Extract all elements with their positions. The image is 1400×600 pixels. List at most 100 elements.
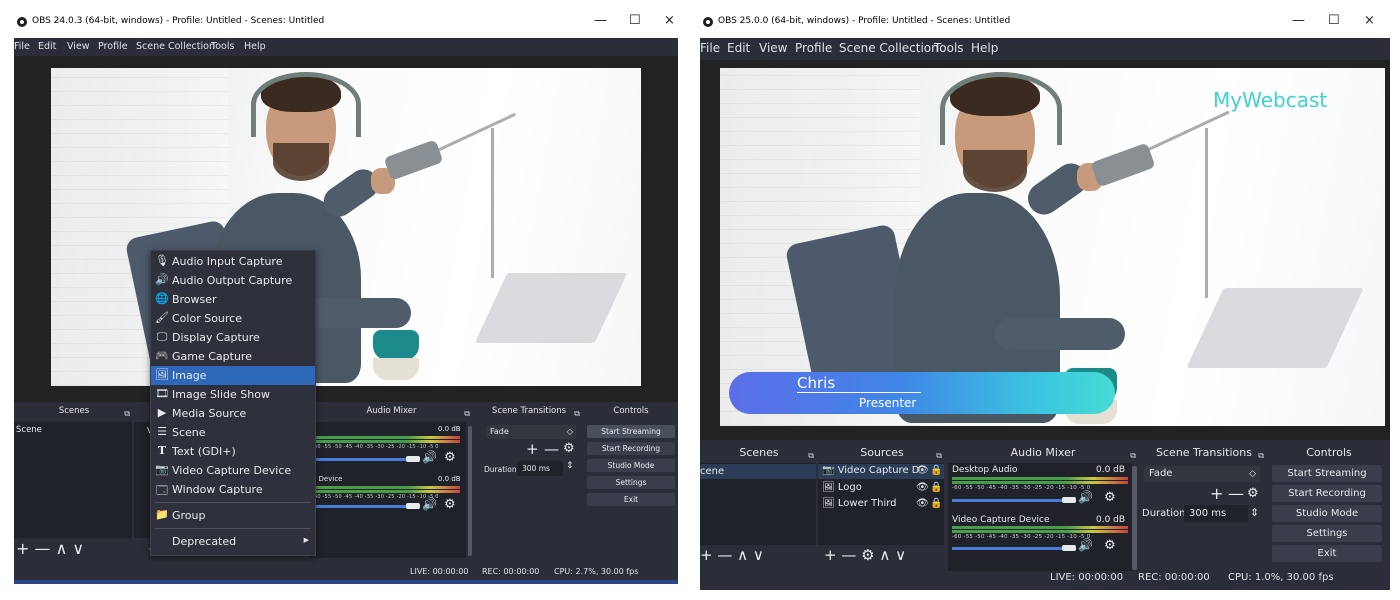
move-up-icon[interactable]: ∧ bbox=[737, 546, 748, 564]
menu-item-audio-output-capture[interactable]: 🔊 Audio Output Capture bbox=[151, 271, 315, 290]
menu-item-scene[interactable]: ☰ Scene bbox=[151, 423, 315, 442]
menu-item-browser[interactable]: 🌐 Browser bbox=[151, 290, 315, 309]
menu-item-image[interactable]: 🖼 Image bbox=[151, 366, 315, 385]
speaker-icon[interactable]: 🔊 bbox=[422, 450, 437, 464]
volume-slider[interactable] bbox=[952, 499, 1064, 502]
exit-button[interactable]: Exit bbox=[1272, 545, 1382, 562]
menu-view[interactable]: View bbox=[67, 41, 90, 52]
menu-file[interactable]: File bbox=[14, 41, 30, 52]
speaker-icon[interactable]: 🔊 bbox=[422, 497, 437, 511]
menu-item-media-source[interactable]: ▶ Media Source bbox=[151, 404, 315, 423]
exit-button[interactable]: Exit bbox=[587, 493, 675, 506]
source-item-lower-third[interactable]: 🖼 Lower Third bbox=[822, 498, 897, 509]
float-icon[interactable]: ⧉ bbox=[464, 405, 470, 423]
eye-icon[interactable]: 👁 bbox=[916, 482, 929, 493]
volume-slider-handle[interactable] bbox=[406, 503, 420, 509]
transition-gear-icon[interactable]: ⚙ bbox=[1247, 486, 1259, 501]
add-transition-icon[interactable]: + bbox=[1210, 484, 1223, 503]
menu-help[interactable]: Help bbox=[971, 41, 998, 55]
studio-mode-button[interactable]: Studio Mode bbox=[587, 459, 675, 472]
add-transition-icon[interactable]: + bbox=[526, 440, 539, 458]
remove-scene-icon[interactable]: — bbox=[35, 539, 51, 558]
remove-transition-icon[interactable]: — bbox=[1228, 484, 1244, 503]
scene-item[interactable]: Scene bbox=[16, 425, 42, 435]
menu-item-deprecated[interactable]: Deprecated ▶ bbox=[151, 532, 315, 551]
volume-slider[interactable] bbox=[312, 458, 408, 461]
transition-select[interactable]: Fade ◇ bbox=[486, 425, 576, 439]
source-item-video-capture[interactable]: 📷 Video Capture D bbox=[822, 465, 919, 476]
transition-gear-icon[interactable]: ⚙ bbox=[563, 441, 575, 456]
volume-slider-handle[interactable] bbox=[406, 456, 420, 462]
start-streaming-button[interactable]: Start Streaming bbox=[587, 425, 675, 438]
speaker-icon[interactable]: 🔊 bbox=[1078, 538, 1093, 552]
move-up-icon[interactable]: ∧ bbox=[56, 539, 68, 558]
menu-item-text-gdi[interactable]: T Text (GDI+) bbox=[151, 442, 315, 461]
minimize-icon[interactable]: — bbox=[1292, 13, 1305, 28]
menu-item-video-capture-device[interactable]: 📷 Video Capture Device bbox=[151, 461, 315, 480]
add-scene-icon[interactable]: + bbox=[700, 546, 713, 564]
mixer-scrollbar[interactable] bbox=[468, 426, 472, 556]
start-recording-button[interactable]: Start Recording bbox=[587, 442, 675, 455]
menu-tools[interactable]: Tools bbox=[211, 41, 234, 52]
remove-transition-icon[interactable]: — bbox=[544, 440, 559, 458]
studio-mode-button[interactable]: Studio Mode bbox=[1272, 505, 1382, 522]
menu-edit[interactable]: Edit bbox=[727, 41, 750, 55]
source-properties-gear-icon[interactable]: ⚙ bbox=[861, 546, 874, 564]
start-recording-button[interactable]: Start Recording bbox=[1272, 485, 1382, 502]
remove-scene-icon[interactable]: — bbox=[717, 546, 732, 564]
volume-slider[interactable] bbox=[312, 505, 408, 508]
eye-icon[interactable]: 👁 bbox=[916, 498, 929, 509]
sources-list[interactable]: 📷 Video Capture D 👁 🔒 🖼 Logo 👁 🔒 🖼 Lower… bbox=[818, 463, 944, 545]
move-down-icon[interactable]: ∨ bbox=[72, 539, 84, 558]
gear-icon[interactable]: ⚙ bbox=[444, 497, 456, 512]
maximize-icon[interactable]: ☐ bbox=[1328, 13, 1340, 28]
duration-spinner-icon[interactable]: ⇕ bbox=[1250, 506, 1259, 519]
menu-item-audio-input-capture[interactable]: 🎙 Audio Input Capture bbox=[151, 252, 315, 271]
mixer-scrollbar[interactable] bbox=[1132, 466, 1137, 570]
move-down-icon[interactable]: ∨ bbox=[753, 546, 764, 564]
add-scene-icon[interactable]: + bbox=[16, 539, 29, 558]
remove-source-icon[interactable]: — bbox=[841, 546, 856, 564]
gear-icon[interactable]: ⚙ bbox=[1104, 538, 1116, 553]
menu-item-image-slide-show[interactable]: 🎞 Image Slide Show bbox=[151, 385, 315, 404]
settings-button[interactable]: Settings bbox=[587, 476, 675, 489]
gear-icon[interactable]: ⚙ bbox=[444, 450, 456, 465]
eye-icon[interactable]: 👁 bbox=[916, 465, 929, 476]
scenes-list[interactable]: Scene bbox=[14, 422, 132, 538]
add-source-icon[interactable]: + bbox=[824, 546, 837, 564]
float-icon[interactable]: ⧉ bbox=[1258, 446, 1264, 466]
lock-icon[interactable]: 🔒 bbox=[930, 482, 942, 493]
menu-item-game-capture[interactable]: 🎮 Game Capture bbox=[151, 347, 315, 366]
menu-item-display-capture[interactable]: 🖵 Display Capture bbox=[151, 328, 315, 347]
preview-area[interactable] bbox=[14, 56, 678, 402]
close-icon[interactable]: × bbox=[664, 13, 675, 28]
menu-item-color-source[interactable]: 🖌 Color Source bbox=[151, 309, 315, 328]
scenes-list[interactable]: cene bbox=[700, 463, 816, 545]
settings-button[interactable]: Settings bbox=[1272, 525, 1382, 542]
volume-slider-handle[interactable] bbox=[1062, 545, 1076, 551]
minimize-icon[interactable]: — bbox=[594, 13, 607, 28]
menu-profile[interactable]: Profile bbox=[98, 41, 128, 52]
menu-scene-collection[interactable]: Scene Collection bbox=[839, 41, 939, 55]
float-icon[interactable]: ⧉ bbox=[574, 405, 580, 423]
volume-slider-handle[interactable] bbox=[1062, 497, 1076, 503]
scene-item[interactable]: cene bbox=[700, 466, 724, 477]
move-up-icon[interactable]: ∧ bbox=[879, 546, 890, 564]
preview-area[interactable]: MyWebcast Chris Presenter bbox=[700, 60, 1390, 440]
duration-input[interactable]: 300 ms bbox=[517, 461, 563, 476]
duration-input[interactable]: 300 ms bbox=[1184, 505, 1248, 522]
transition-select[interactable]: Fade ◇ bbox=[1144, 466, 1260, 482]
close-icon[interactable]: × bbox=[1364, 13, 1375, 28]
source-item-logo[interactable]: 🖼 Logo bbox=[822, 482, 862, 493]
menu-help[interactable]: Help bbox=[244, 41, 266, 52]
duration-spinner-icon[interactable]: ⇕ bbox=[566, 461, 574, 471]
maximize-icon[interactable]: ☐ bbox=[629, 13, 641, 28]
move-down-icon[interactable]: ∨ bbox=[895, 546, 906, 564]
speaker-icon[interactable]: 🔊 bbox=[1078, 490, 1093, 504]
menu-item-window-capture[interactable]: 🗔 Window Capture bbox=[151, 480, 315, 499]
menu-edit[interactable]: Edit bbox=[38, 41, 56, 52]
volume-slider[interactable] bbox=[952, 547, 1064, 550]
lock-icon[interactable]: 🔒 bbox=[930, 498, 942, 509]
menu-item-group[interactable]: 📁 Group bbox=[151, 506, 315, 525]
menu-tools[interactable]: Tools bbox=[934, 41, 964, 55]
